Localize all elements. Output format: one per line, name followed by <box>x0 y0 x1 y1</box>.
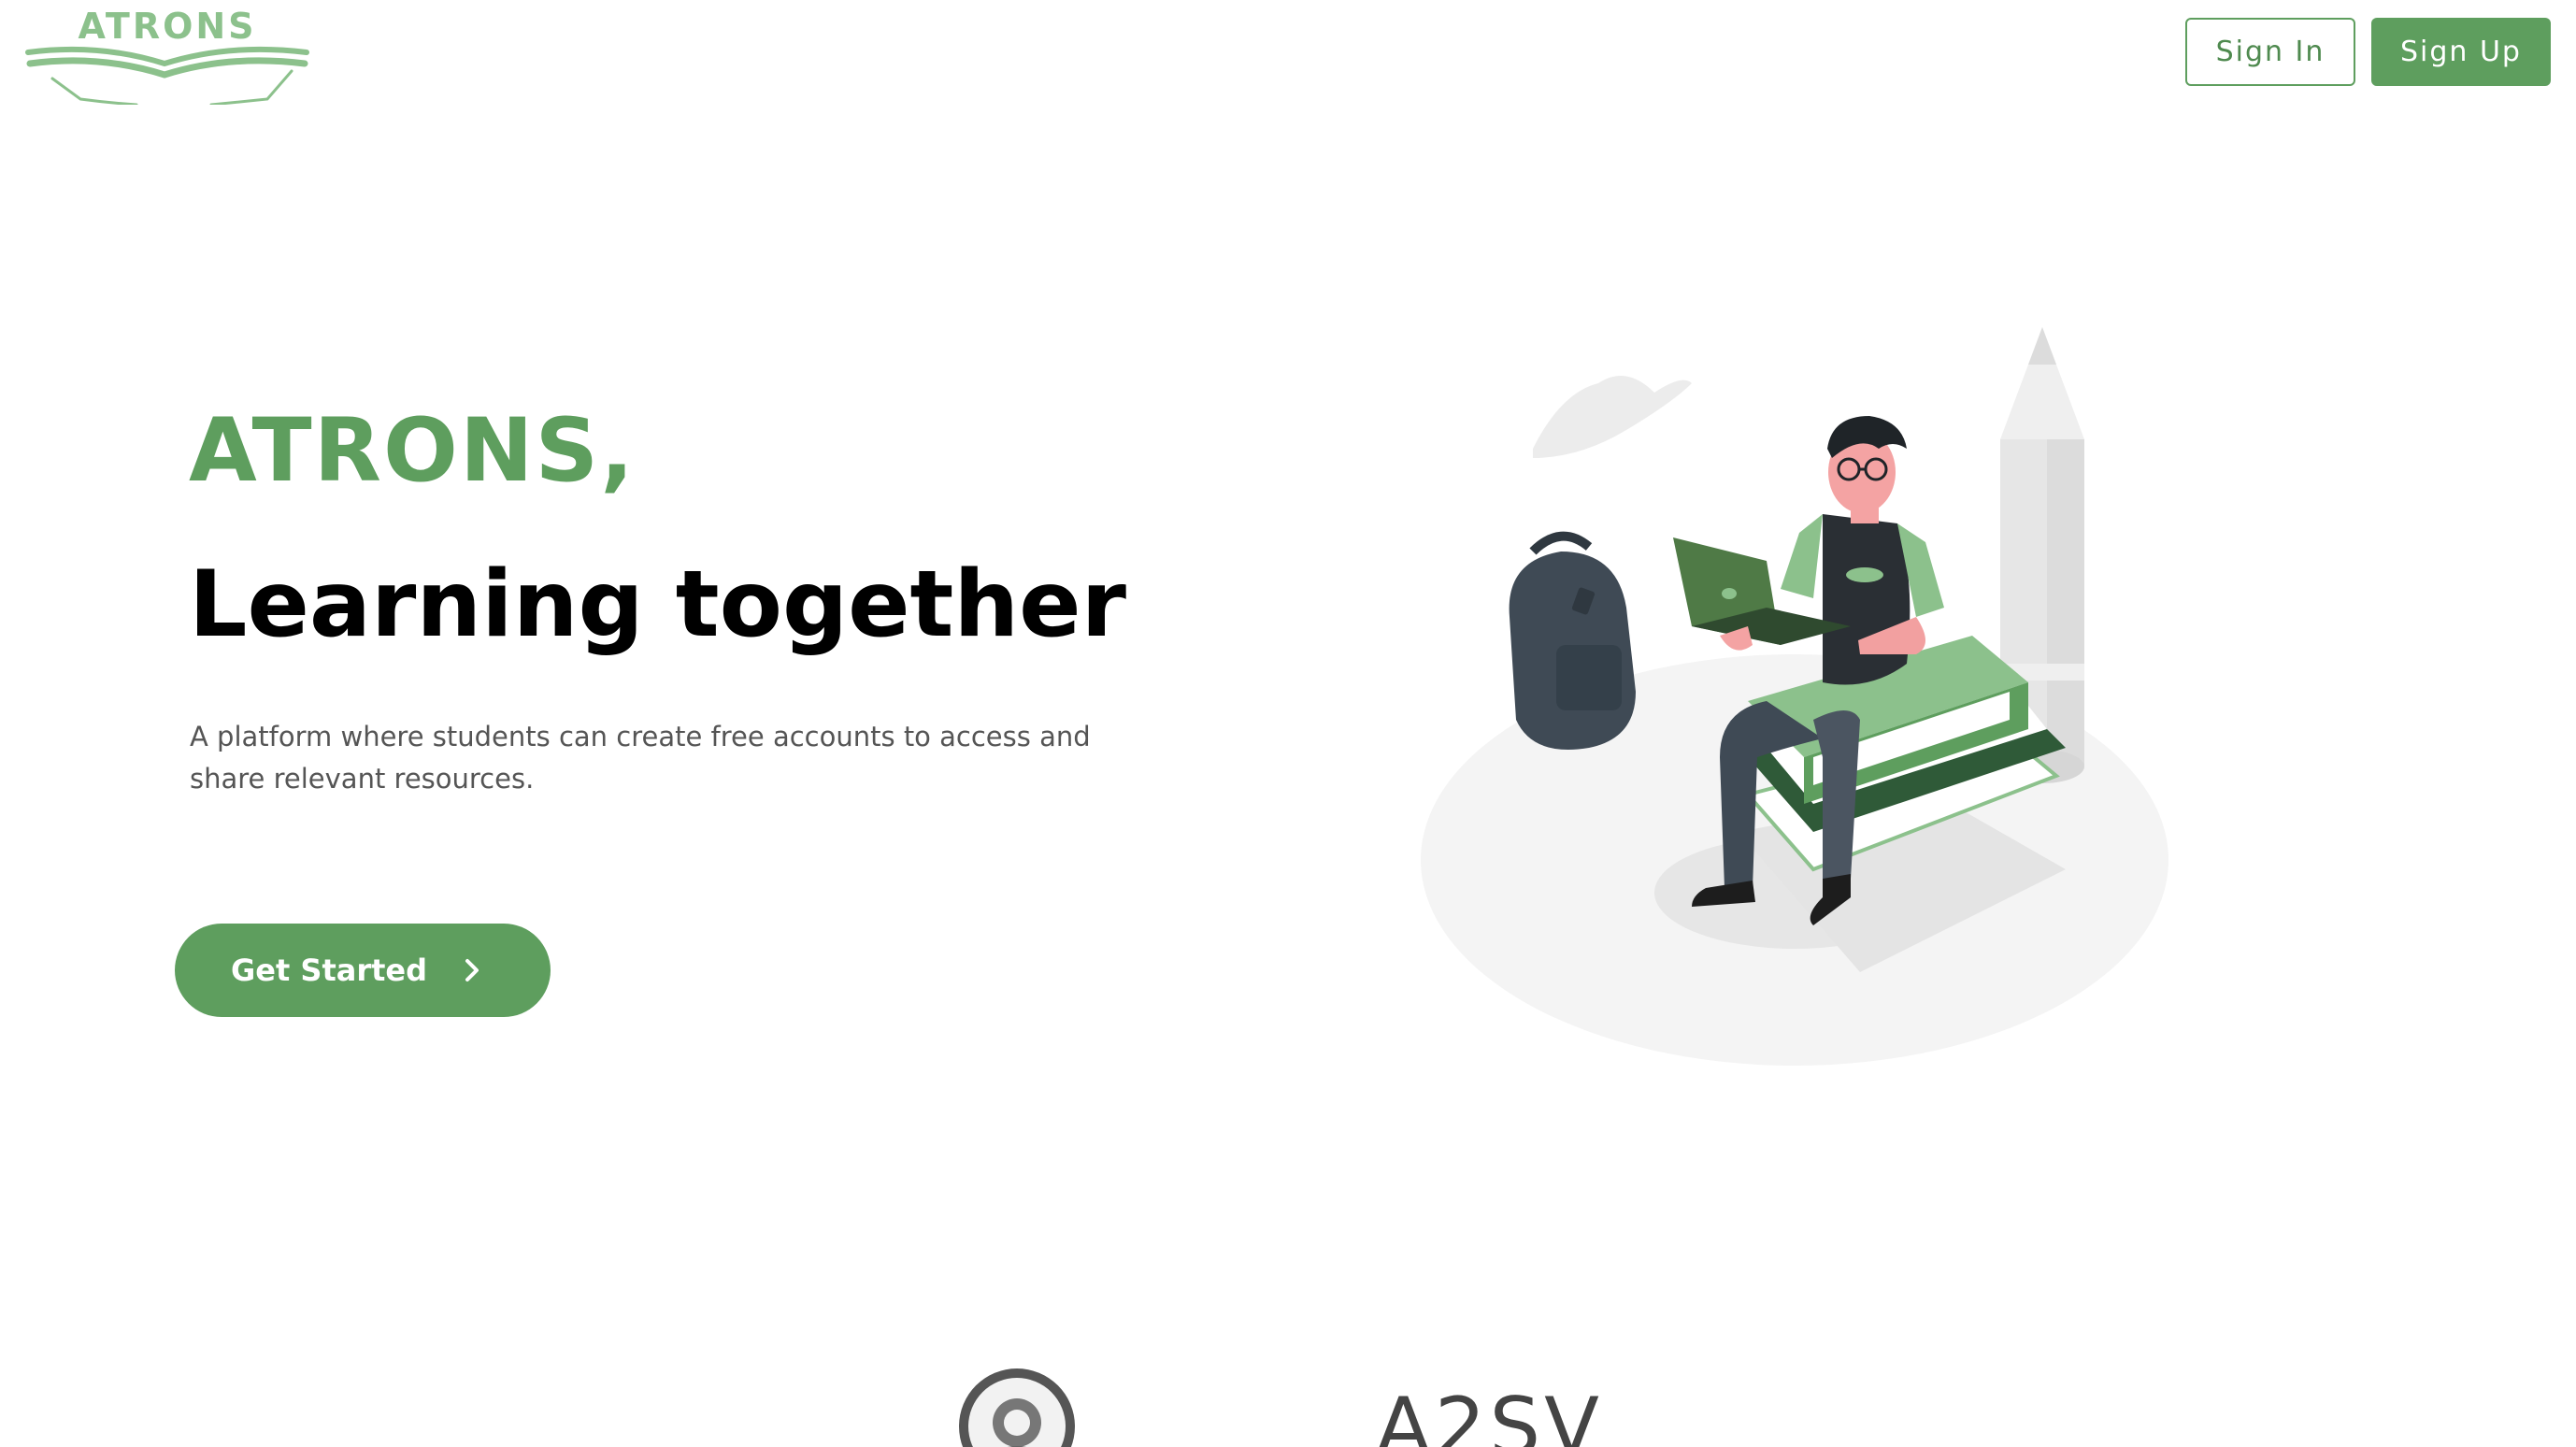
sign-up-button[interactable]: Sign Up <box>2371 18 2551 86</box>
a2sv-logo-text: A2SV <box>1376 1382 1603 1447</box>
get-started-button[interactable]: Get Started <box>175 924 551 1017</box>
hero-description: A platform where students can create fre… <box>190 721 1091 795</box>
get-started-label: Get Started <box>231 953 428 988</box>
student-illustration <box>1421 327 2168 1066</box>
backpack-shape <box>1509 531 1636 750</box>
open-book-icon <box>25 46 309 105</box>
cloud-shape <box>1533 376 1692 458</box>
university-seal-logo <box>959 1368 1075 1447</box>
chevron-right-icon <box>465 959 479 981</box>
sign-in-button[interactable]: Sign In <box>2185 18 2355 86</box>
a2sv-logo: A2SV <box>1376 1382 1603 1447</box>
hero-brand: ATRONS, <box>189 400 636 502</box>
atrons-logo[interactable]: ATRONS <box>24 6 310 105</box>
hero-title: Learning together <box>189 552 1126 658</box>
